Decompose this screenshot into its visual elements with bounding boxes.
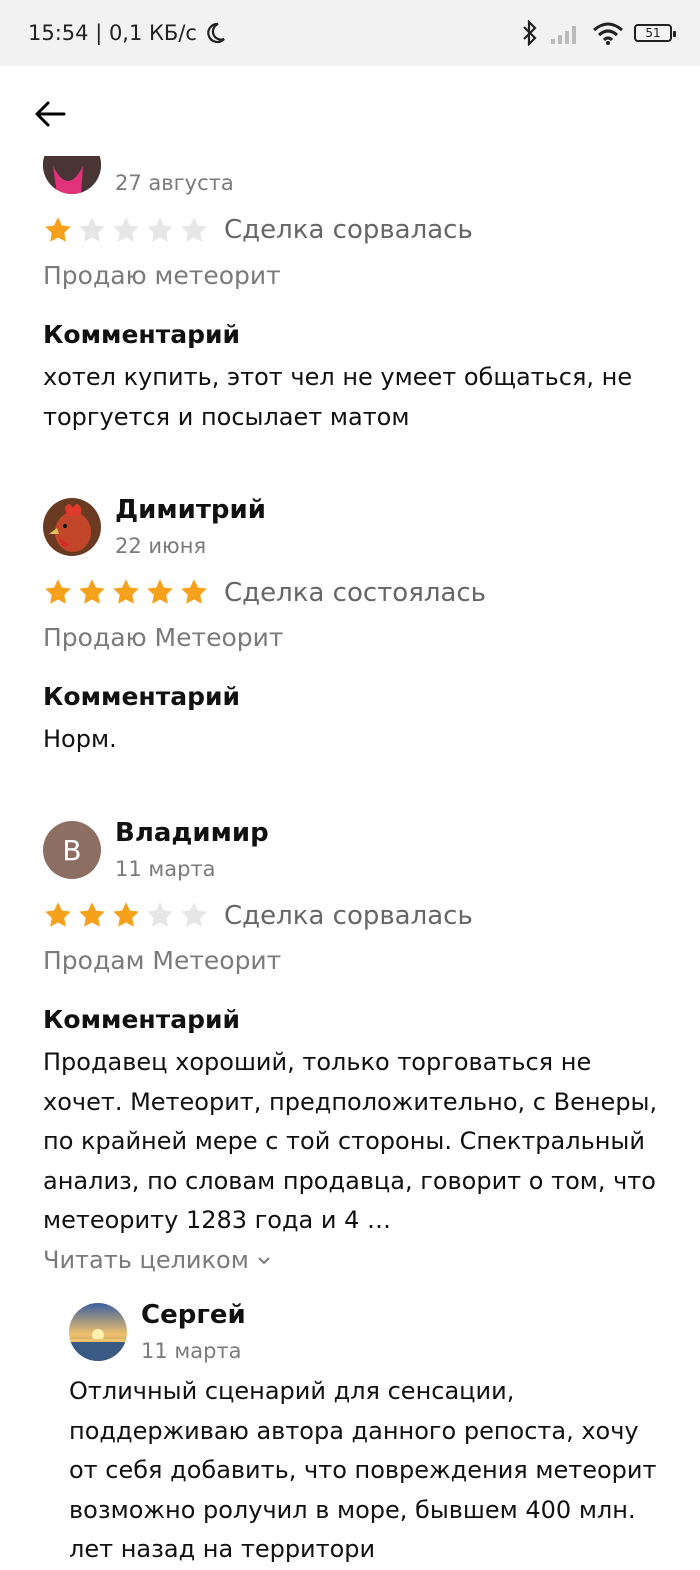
star-filled-icon bbox=[45, 217, 71, 242]
wifi-icon bbox=[593, 22, 623, 45]
star-filled-icon bbox=[45, 902, 71, 927]
star-filled-icon bbox=[147, 579, 173, 604]
chevron-down-icon bbox=[258, 1257, 271, 1265]
comment-text: Продавец хороший, только торговаться не … bbox=[43, 1048, 658, 1234]
rating-stars bbox=[43, 900, 209, 930]
comment-heading: Комментарий bbox=[43, 320, 240, 349]
avatar[interactable] bbox=[43, 498, 101, 556]
comment-heading: Комментарий bbox=[43, 682, 240, 711]
back-arrow-icon[interactable] bbox=[30, 94, 70, 134]
star-empty-icon bbox=[147, 217, 173, 242]
read-more-label: Читать целиком bbox=[43, 1246, 249, 1274]
review-date: 22 июня bbox=[115, 534, 207, 558]
reviewer-name[interactable]: Димитрий bbox=[115, 495, 266, 525]
avatar[interactable]: В bbox=[43, 821, 101, 879]
reply-author[interactable]: Сергей bbox=[141, 1300, 246, 1330]
comment-text: Норм. bbox=[43, 725, 117, 753]
read-more-link[interactable]: Читать целиком bbox=[43, 1246, 272, 1274]
reply-text: Отличный сценарий для сенсации, поддержи… bbox=[69, 1377, 657, 1563]
star-filled-icon bbox=[79, 579, 105, 604]
product-title[interactable]: Продаю метеорит bbox=[43, 261, 281, 290]
battery-icon: 51 bbox=[634, 24, 676, 42]
avatar[interactable] bbox=[69, 1303, 127, 1361]
star-filled-icon bbox=[45, 579, 71, 604]
deal-status: Сделка состоялась bbox=[224, 578, 487, 608]
battery-level: 51 bbox=[645, 26, 661, 40]
bluetooth-icon bbox=[523, 20, 537, 46]
star-filled-icon bbox=[181, 579, 207, 604]
status-bar: 15:54 | 0,1 КБ/с 51 bbox=[0, 0, 700, 66]
status-right: 51 bbox=[520, 20, 676, 46]
rating-stars bbox=[43, 215, 209, 245]
status-left: 15:54 | 0,1 КБ/с bbox=[28, 21, 227, 45]
avatar-image bbox=[69, 1303, 127, 1361]
review-date: 11 марта bbox=[115, 857, 216, 881]
deal-status: Сделка сорвалась bbox=[224, 215, 473, 245]
star-empty-icon bbox=[181, 217, 207, 242]
star-filled-icon bbox=[113, 579, 139, 604]
avatar-image bbox=[43, 498, 101, 556]
comment-text: хотел купить, этот чел не умеет общаться… bbox=[43, 363, 633, 431]
star-filled-icon bbox=[79, 902, 105, 927]
star-empty-icon bbox=[79, 217, 105, 242]
comment-heading: Комментарий bbox=[43, 1005, 240, 1034]
rating-stars bbox=[43, 577, 209, 607]
avatar-letter: В bbox=[62, 833, 82, 867]
signal-icon bbox=[551, 26, 576, 44]
reviewer-name[interactable]: Владимир bbox=[115, 818, 269, 848]
moon-icon bbox=[207, 22, 225, 44]
reply-date: 11 марта bbox=[141, 1339, 242, 1363]
deal-status: Сделка сорвалась bbox=[224, 901, 473, 931]
star-empty-icon bbox=[147, 902, 173, 927]
product-title[interactable]: Продаю Метеорит bbox=[43, 623, 283, 652]
star-filled-icon bbox=[113, 902, 139, 927]
star-empty-icon bbox=[113, 217, 139, 242]
top-app-bar bbox=[0, 66, 700, 156]
status-time: 15:54 | 0,1 КБ/с bbox=[28, 21, 197, 45]
star-empty-icon bbox=[181, 902, 207, 927]
review-date: 27 августа bbox=[115, 171, 234, 195]
product-title[interactable]: Продам Метеорит bbox=[43, 946, 281, 975]
